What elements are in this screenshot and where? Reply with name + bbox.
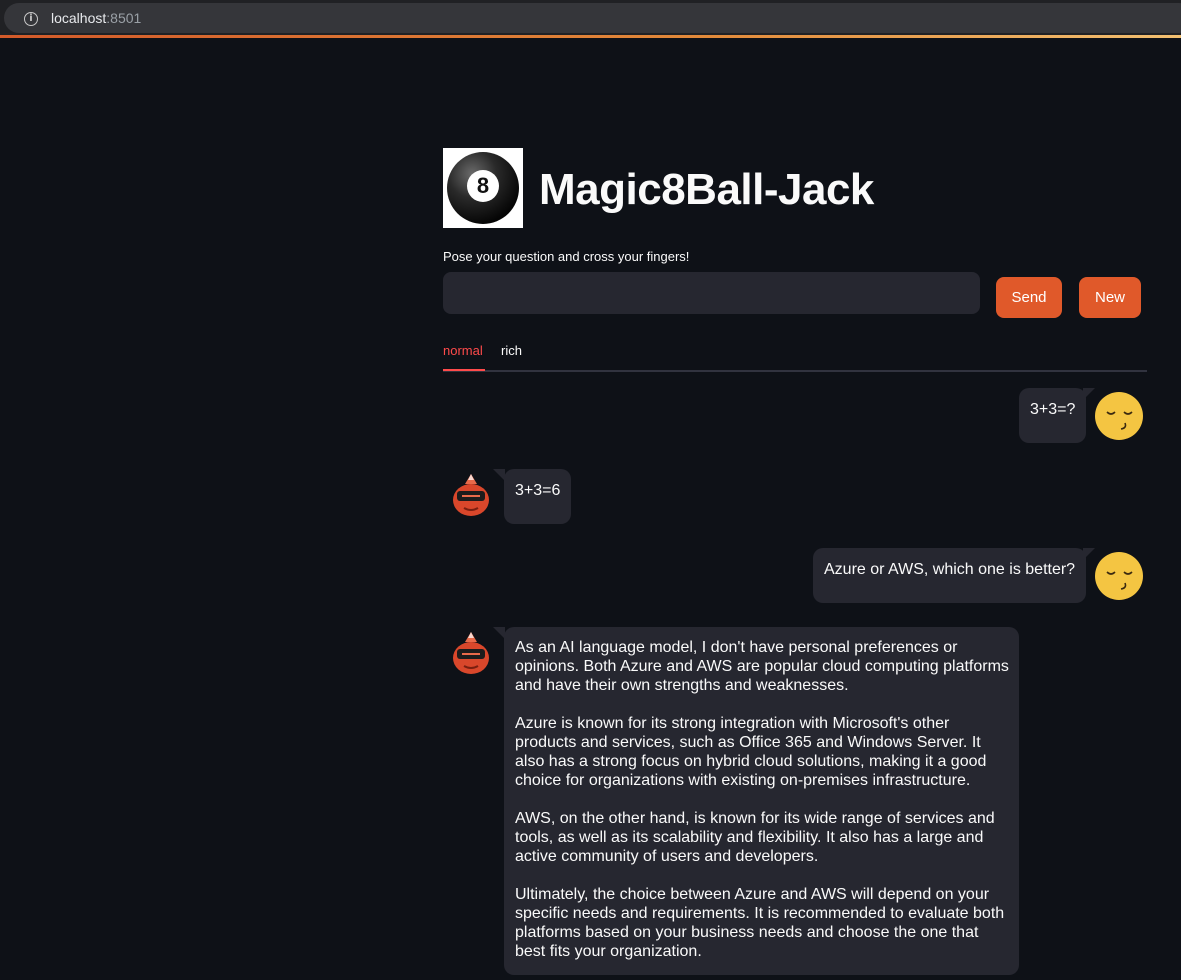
user-avatar (1095, 392, 1143, 440)
message-paragraph: Azure is known for its strong integratio… (515, 715, 987, 789)
message-paragraph: AWS, on the other hand, is known for its… (515, 810, 995, 865)
message-text: 3+3=6 (515, 482, 561, 499)
robot-icon (453, 474, 489, 516)
active-tab-indicator (443, 369, 485, 371)
tab-rich[interactable]: rich (501, 343, 522, 358)
message-paragraph: As an AI language model, I don't have pe… (515, 639, 1009, 694)
bubble-tail (1083, 548, 1095, 560)
message-text: Azure or AWS, which one is better? (824, 561, 1076, 578)
sleepy-smiley-icon (1106, 411, 1133, 430)
app-top-accent-bar (0, 35, 1181, 38)
question-input[interactable] (443, 272, 980, 314)
url-text[interactable]: localhost:8501 (51, 10, 141, 26)
view-tabs: normal rich (443, 340, 1147, 372)
bot-message: 3+3=6 (504, 469, 571, 524)
question-input-label: Pose your question and cross your finger… (443, 249, 690, 264)
tab-normal[interactable]: normal (443, 343, 483, 358)
user-message: Azure or AWS, which one is better? (813, 548, 1086, 603)
browser-bar: i localhost:8501 (0, 0, 1181, 35)
sleepy-smiley-icon (1106, 571, 1133, 590)
bubble-tail (1083, 388, 1095, 400)
user-avatar (1095, 552, 1143, 600)
eight-ball-icon: 8 (447, 152, 519, 224)
address-bar[interactable]: i localhost:8501 (4, 3, 1181, 33)
message-text: 3+3=? (1030, 401, 1076, 418)
user-message: 3+3=? (1019, 388, 1086, 443)
send-button[interactable]: Send (996, 277, 1062, 318)
url-port: :8501 (106, 10, 142, 26)
message-paragraph: Ultimately, the choice between Azure and… (515, 886, 1005, 960)
magic-8-ball-logo: 8 (443, 148, 523, 228)
info-icon[interactable]: i (24, 12, 38, 26)
bot-avatar (453, 474, 489, 516)
new-button[interactable]: New (1079, 277, 1141, 318)
bot-avatar (453, 632, 489, 674)
url-host: localhost (51, 10, 107, 26)
bot-message: As an AI language model, I don't have pe… (504, 627, 1019, 975)
robot-icon (453, 632, 489, 674)
page-title: Magic8Ball-Jack (539, 165, 874, 214)
eight-ball-number: 8 (467, 170, 499, 202)
